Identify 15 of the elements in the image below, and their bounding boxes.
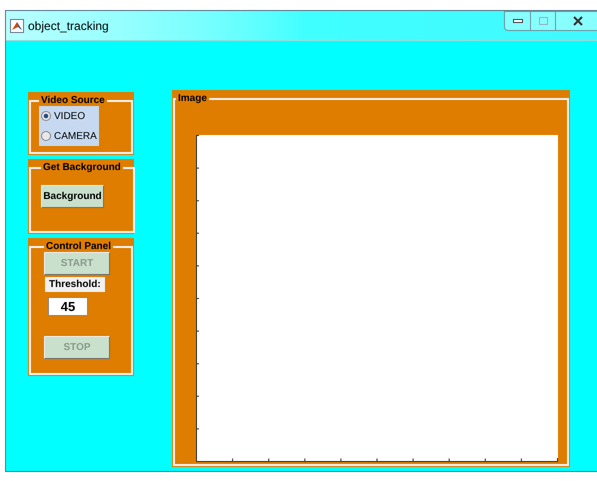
minimize-button[interactable] [504,11,531,31]
window-title: object_tracking [28,18,109,34]
panel-title: Control Panel [45,242,112,252]
maximize-icon [538,17,548,25]
threshold-label: Threshold: [45,277,105,292]
close-icon [573,16,583,26]
minimize-icon [512,19,522,23]
threshold-input[interactable]: 45 [48,297,88,316]
background-button[interactable]: Background [41,185,104,208]
close-button[interactable] [556,11,597,31]
panel-title: Image [177,94,208,104]
app-icon [10,18,24,32]
panel-title: Get Background [42,163,122,173]
radio-option[interactable]: CAMERA [39,126,99,146]
panel-title: Video Source [40,96,106,106]
